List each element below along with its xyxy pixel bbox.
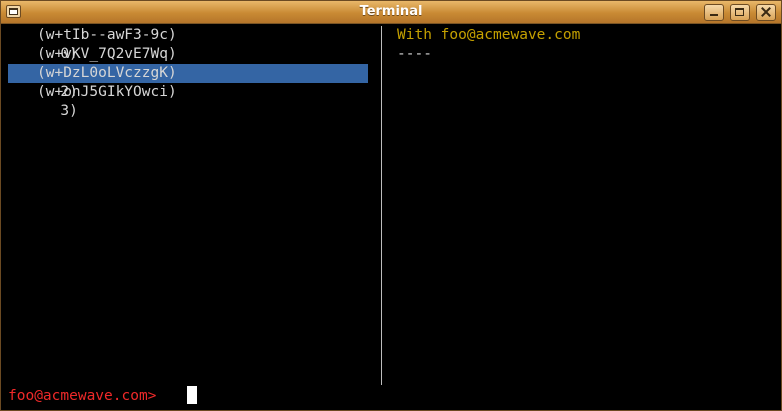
maximize-icon — [731, 5, 749, 20]
list-item-label: (w+onJ5GIkYOwci) — [37, 84, 177, 100]
terminal-content[interactable]: 0)(w+tIb--awF3-9c) 1)(w+vKV_7Q2vE7Wq) 2)… — [2, 24, 782, 411]
command-prompt: foo@acmewave.com> — [8, 388, 157, 404]
list-item[interactable]: 3) (w+onJ5GIkYOwci) — [8, 83, 368, 119]
list-item-index: 3) — [60, 103, 78, 119]
pane-divider — [381, 26, 382, 385]
preview-title: With foo@acmewave.com — [397, 27, 581, 43]
minimize-icon — [705, 5, 723, 20]
close-button[interactable] — [756, 4, 776, 21]
list-item-label: (w+tIb--awF3-9c) — [37, 27, 177, 43]
list-item[interactable]: 0) (w+tIb--awF3-9c) — [8, 26, 368, 62]
preview-rule: ---- — [397, 46, 432, 62]
list-item[interactable]: 1)(w+vKV_7Q2vE7Wq) — [8, 45, 368, 81]
list-item-label: (w+vKV_7Q2vE7Wq) — [37, 46, 177, 62]
window-title: Terminal — [359, 4, 423, 19]
list-item-label: (w+DzL0oLVczzgK) — [37, 65, 177, 81]
minimize-button[interactable] — [704, 4, 724, 21]
close-icon — [757, 5, 775, 20]
maximize-button[interactable] — [730, 4, 750, 21]
title-bar[interactable]: Terminal — [1, 1, 781, 24]
text-cursor[interactable] — [187, 386, 197, 404]
terminal-window: Terminal 0)(w+tIb--awF3-9c) 1)(w+vKV_7Q2… — [0, 0, 782, 411]
list-item-selected[interactable]: 2) (w+DzL0oLVczzgK) — [8, 64, 368, 100]
